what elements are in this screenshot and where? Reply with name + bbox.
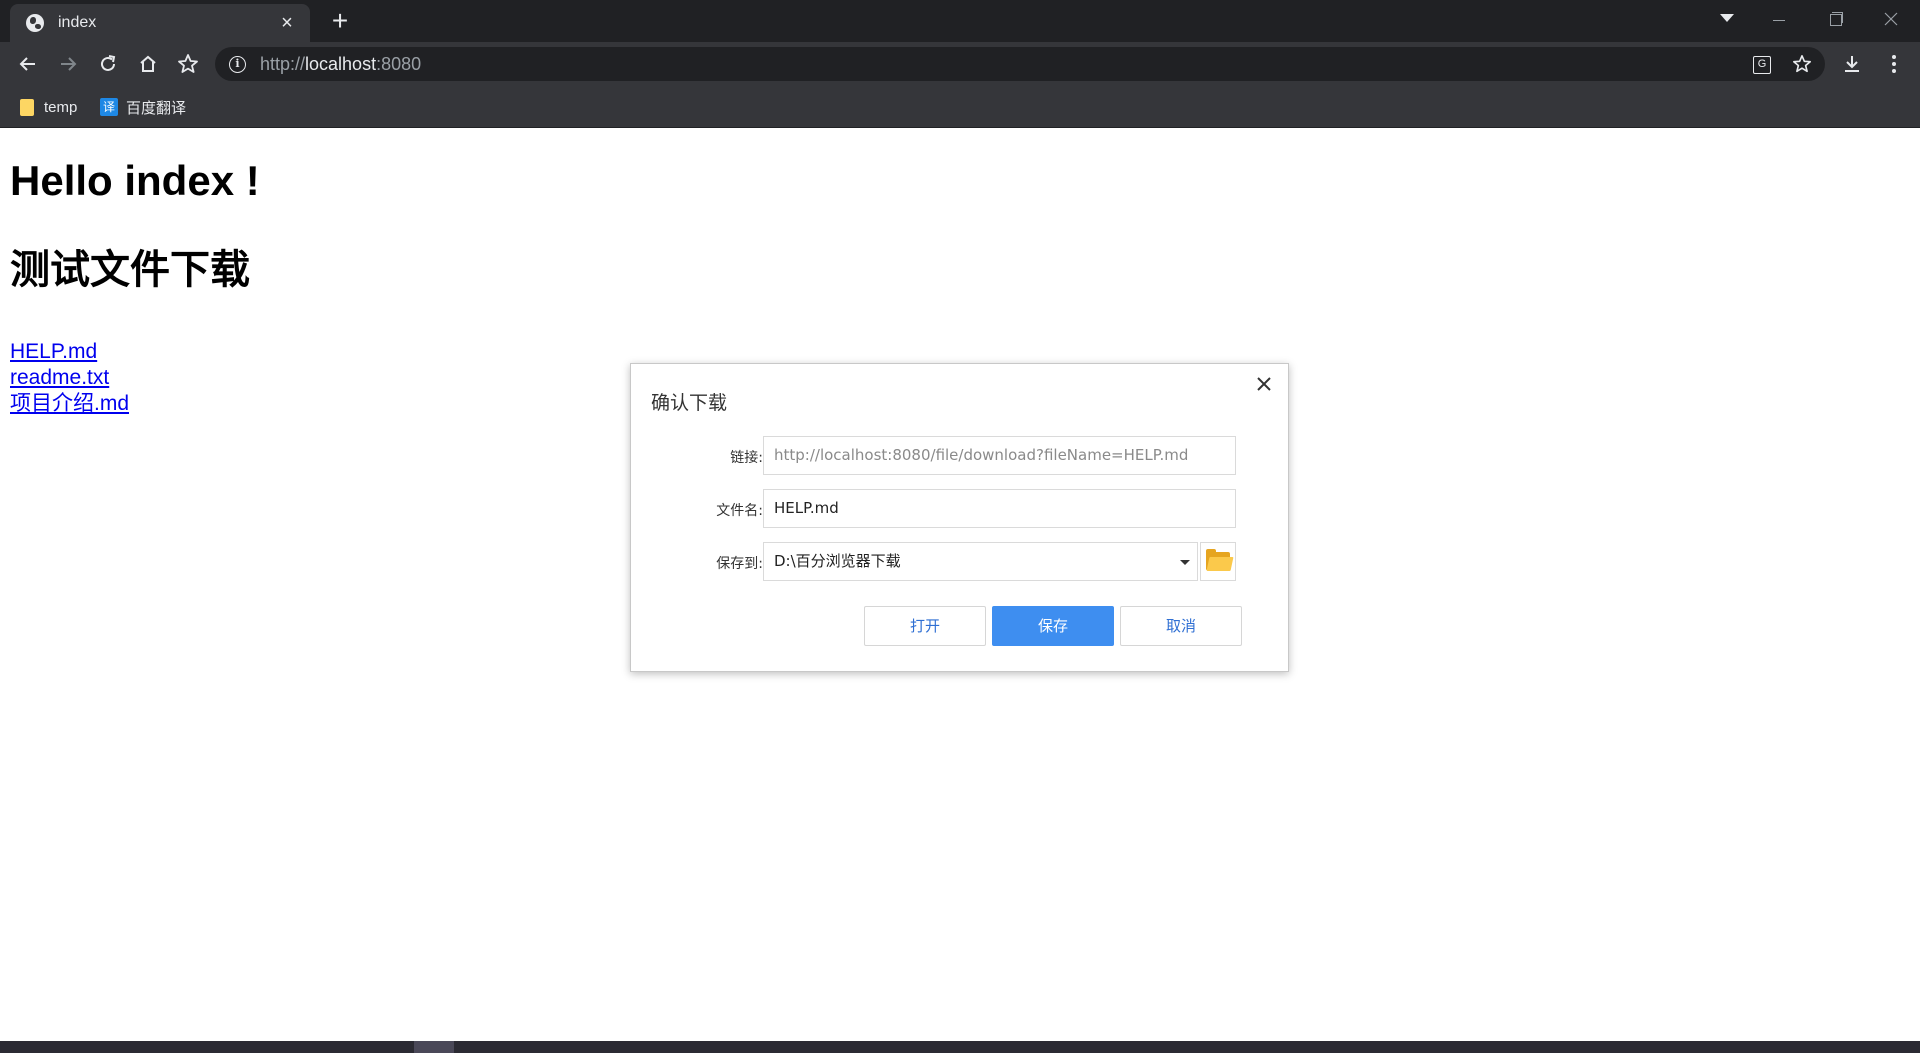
- download-dialog: 确认下载 链接: http://localhost:8080/file/down…: [630, 363, 1289, 672]
- os-taskbar: [0, 1041, 1920, 1053]
- url-scheme: http://: [260, 53, 306, 74]
- close-icon: [1257, 377, 1271, 391]
- reload-button[interactable]: [92, 48, 124, 80]
- saveto-label: 保存到:: [716, 556, 763, 572]
- bookmark-button[interactable]: [172, 48, 204, 80]
- home-button[interactable]: [132, 48, 164, 80]
- open-button[interactable]: 打开: [864, 606, 986, 646]
- url-text[interactable]: http://localhost:8080: [260, 54, 421, 75]
- forward-button[interactable]: [52, 48, 84, 80]
- star-icon: [178, 54, 198, 73]
- globe-icon: [26, 14, 44, 32]
- browser-toolbar: i http://localhost:8080 G: [0, 42, 1920, 86]
- baidu-translate-icon: 译: [100, 98, 118, 116]
- reload-icon: [101, 55, 116, 71]
- restore-button[interactable]: [1812, 4, 1858, 34]
- downloads-button[interactable]: [1836, 48, 1868, 80]
- tab-strip: index × +: [0, 0, 1920, 42]
- filename-field[interactable]: HELP.md: [763, 489, 1236, 528]
- close-icon: [1884, 12, 1898, 26]
- bookmark-temp[interactable]: temp: [20, 94, 77, 120]
- arrow-left-icon: [19, 57, 35, 71]
- translate-button[interactable]: G: [1747, 49, 1777, 79]
- tab-index[interactable]: index ×: [10, 4, 310, 42]
- address-bar[interactable]: i http://localhost:8080 G: [215, 47, 1825, 81]
- bookmark-label: 百度翻译: [126, 99, 187, 117]
- file-link-list: HELP.md readme.txt 项目介绍.md: [10, 339, 129, 417]
- info-icon[interactable]: i: [229, 55, 246, 73]
- page-heading: Hello index !: [10, 157, 260, 204]
- url-host: localhost: [305, 53, 377, 74]
- bookmark-star-button[interactable]: [1787, 49, 1817, 79]
- dialog-title: 确认下载: [651, 392, 728, 414]
- link-label: 链接:: [730, 450, 763, 466]
- new-tab-button[interactable]: +: [325, 6, 355, 36]
- window-close-button[interactable]: [1868, 4, 1914, 34]
- url-port: :8080: [376, 53, 422, 74]
- saveto-select[interactable]: D:\百分浏览器下载: [763, 542, 1198, 581]
- minimize-button[interactable]: [1756, 4, 1802, 34]
- home-icon: [140, 55, 156, 72]
- tab-close-icon[interactable]: ×: [276, 12, 298, 34]
- star-icon: [1793, 55, 1811, 73]
- cancel-button[interactable]: 取消: [1120, 606, 1242, 646]
- translate-icon: G: [1753, 55, 1771, 74]
- kebab-menu-icon: [1892, 55, 1896, 73]
- browse-folder-button[interactable]: [1200, 542, 1236, 581]
- back-button[interactable]: [12, 48, 44, 80]
- menu-button[interactable]: [1878, 48, 1910, 80]
- bookmark-label: temp: [44, 98, 78, 116]
- file-link-readme[interactable]: readme.txt: [10, 365, 129, 391]
- bookmark-baidu-translate[interactable]: 译 百度翻译: [100, 94, 186, 120]
- folder-icon: [20, 98, 34, 116]
- filename-label: 文件名:: [716, 503, 763, 519]
- taskbar-active-item[interactable]: [414, 1041, 454, 1053]
- tab-search-icon[interactable]: [1720, 14, 1734, 22]
- caret-down-icon: [1180, 560, 1190, 565]
- file-link-project-intro[interactable]: 项目介绍.md: [10, 391, 129, 417]
- page-subheading: 测试文件下载: [10, 247, 250, 293]
- link-field[interactable]: http://localhost:8080/file/download?file…: [763, 436, 1236, 475]
- tab-title: index: [58, 14, 97, 31]
- saveto-value: D:\百分浏览器下载: [774, 552, 901, 570]
- download-icon: [1845, 56, 1859, 72]
- dialog-close-button[interactable]: [1252, 372, 1276, 396]
- arrow-right-icon: [61, 57, 77, 71]
- bookmarks-bar: temp 译 百度翻译: [0, 86, 1920, 128]
- file-link-help[interactable]: HELP.md: [10, 339, 129, 365]
- save-button[interactable]: 保存: [992, 606, 1114, 646]
